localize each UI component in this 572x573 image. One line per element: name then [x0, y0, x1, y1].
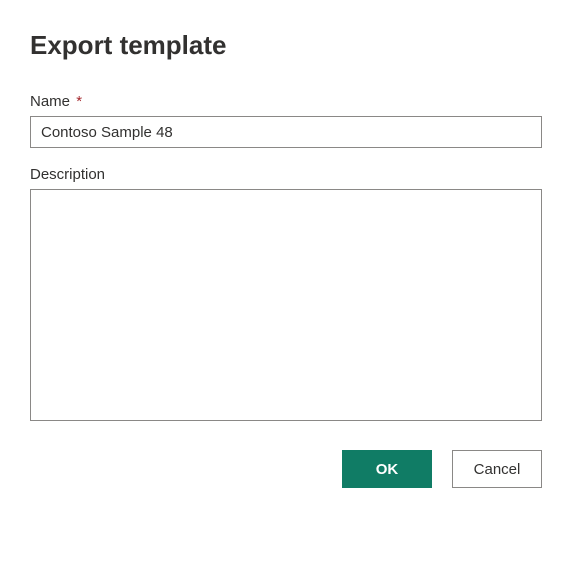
- name-input[interactable]: [30, 116, 542, 148]
- name-field-group: Name *: [30, 93, 542, 148]
- name-label: Name *: [30, 93, 542, 110]
- ok-button[interactable]: OK: [342, 450, 432, 488]
- dialog-title: Export template: [30, 30, 542, 61]
- description-label: Description: [30, 166, 542, 183]
- required-indicator: *: [76, 93, 82, 110]
- cancel-button[interactable]: Cancel: [452, 450, 542, 488]
- description-input[interactable]: [30, 189, 542, 421]
- description-field-group: Description: [30, 166, 542, 426]
- name-label-text: Name: [30, 93, 70, 110]
- button-row: OK Cancel: [30, 450, 542, 488]
